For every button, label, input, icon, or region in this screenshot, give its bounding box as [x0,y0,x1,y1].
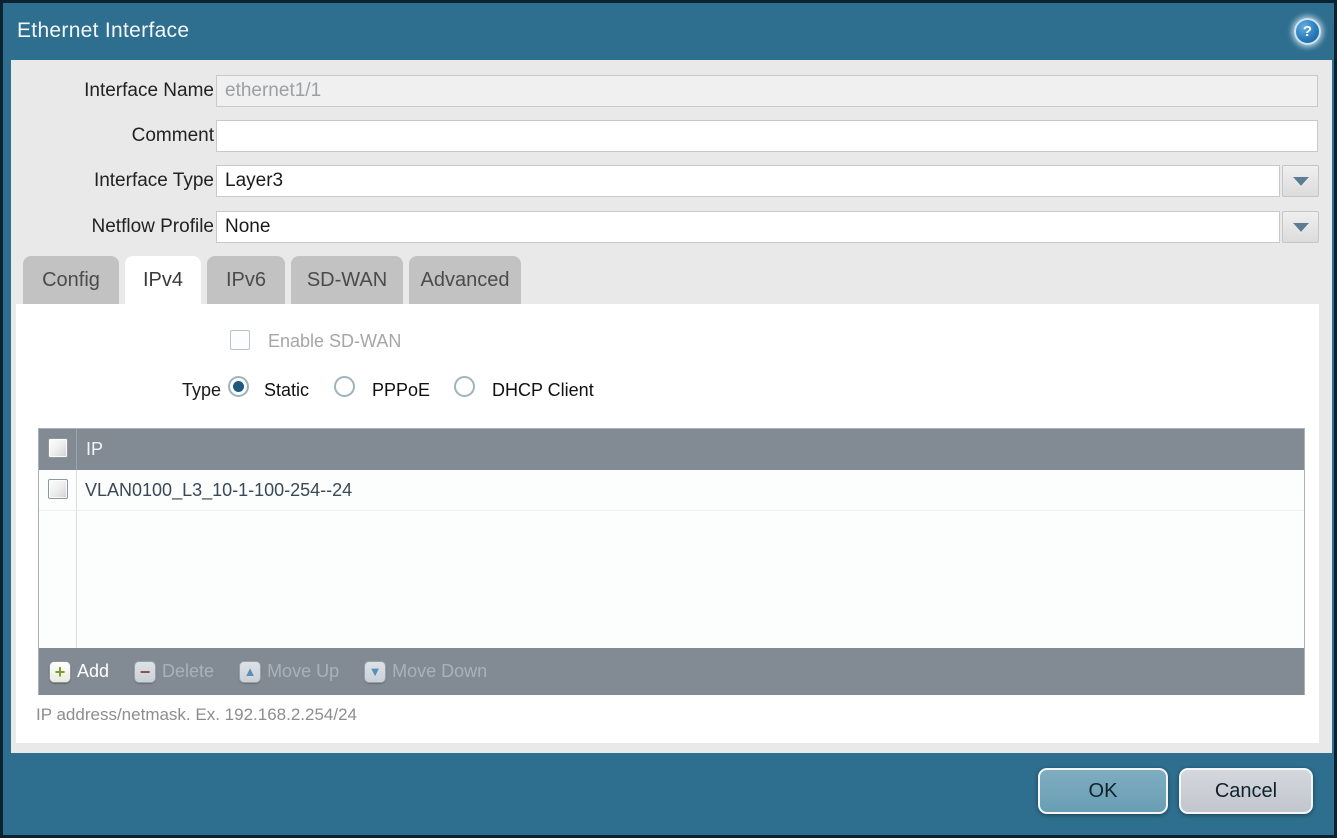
radio-static-label: Static [264,378,309,402]
netflow-profile-label: Netflow Profile [19,211,214,243]
ip-table-header: IP [39,429,1304,470]
dialog-titlebar: Ethernet Interface ? [3,3,1334,57]
move-down-button: ▼ Move Down [364,661,487,683]
tab-config[interactable]: Config [23,256,119,304]
delete-button: − Delete [134,661,214,683]
help-icon-glyph: ? [1303,23,1312,40]
dialog-body: Interface Name ethernet1/1 Comment Inter… [11,60,1332,753]
interface-type-label: Interface Type [19,165,214,197]
arrow-down-icon-glyph: ▼ [369,665,382,678]
select-all-checkbox[interactable] [48,438,68,458]
netflow-profile-dropdown-button[interactable] [1282,211,1319,243]
add-button[interactable]: + Add [49,661,109,683]
radio-dhcp-client[interactable] [454,376,475,397]
ip-column-header: IP [86,429,103,470]
radio-pppoe-label: PPPoE [372,378,430,402]
interface-type-dropdown-button[interactable] [1282,165,1319,197]
dialog-title: Ethernet Interface [17,3,189,59]
tab-advanced[interactable]: Advanced [409,256,521,304]
ip-table: IP VLAN0100_L3_10-1-100-254--24 + Add [38,428,1305,695]
ip-table-body: VLAN0100_L3_10-1-100-254--24 [39,470,1304,648]
tab-sdwan[interactable]: SD-WAN [291,256,403,304]
radio-pppoe[interactable] [334,376,355,397]
type-label: Type [76,378,221,402]
ipv4-tab-panel: Enable SD-WAN Type Static PPPoE DHCP Cli… [16,304,1319,743]
interface-name-label: Interface Name [19,75,214,107]
plus-icon: + [49,661,71,683]
ethernet-interface-dialog: Ethernet Interface ? Interface Name ethe… [0,0,1337,838]
chevron-down-icon [1293,177,1309,186]
interface-type-combobox[interactable]: Layer3 [216,165,1280,197]
minus-icon-glyph: − [140,663,151,681]
radio-static[interactable] [228,376,249,397]
tab-ipv6[interactable]: IPv6 [207,256,285,304]
radio-dot [459,381,470,392]
tab-ipv4[interactable]: IPv4 [125,256,201,304]
enable-sdwan-label: Enable SD-WAN [268,330,401,352]
move-down-button-label: Move Down [392,661,487,682]
comment-label: Comment [19,120,214,152]
move-up-button-label: Move Up [267,661,339,682]
delete-button-label: Delete [162,661,214,682]
minus-icon: − [134,661,156,683]
arrow-up-icon: ▲ [239,661,261,683]
arrow-up-icon-glyph: ▲ [244,665,257,678]
interface-name-field: ethernet1/1 [216,75,1318,107]
tab-bar: Config IPv4 IPv6 SD-WAN Advanced [23,256,521,304]
arrow-down-icon: ▼ [364,661,386,683]
move-up-button: ▲ Move Up [239,661,339,683]
radio-dhcp-client-label: DHCP Client [492,378,594,402]
row-checkbox[interactable] [48,479,68,499]
radio-dot [339,381,350,392]
cancel-button[interactable]: Cancel [1179,768,1313,814]
ip-table-toolbar: + Add − Delete ▲ Move Up ▼ Move Down [39,648,1304,695]
enable-sdwan-checkbox [230,330,250,350]
column-divider [76,429,77,470]
help-icon[interactable]: ? [1294,18,1321,45]
table-row[interactable]: VLAN0100_L3_10-1-100-254--24 [39,470,1304,511]
row-ip-value: VLAN0100_L3_10-1-100-254--24 [85,470,352,511]
radio-dot [233,381,244,392]
ip-format-hint: IP address/netmask. Ex. 192.168.2.254/24 [36,705,357,725]
add-button-label: Add [77,661,109,682]
chevron-down-icon [1293,223,1309,232]
netflow-profile-combobox[interactable]: None [216,211,1280,243]
comment-input[interactable] [216,120,1318,152]
plus-icon-glyph: + [55,663,66,681]
ok-button[interactable]: OK [1038,768,1168,814]
